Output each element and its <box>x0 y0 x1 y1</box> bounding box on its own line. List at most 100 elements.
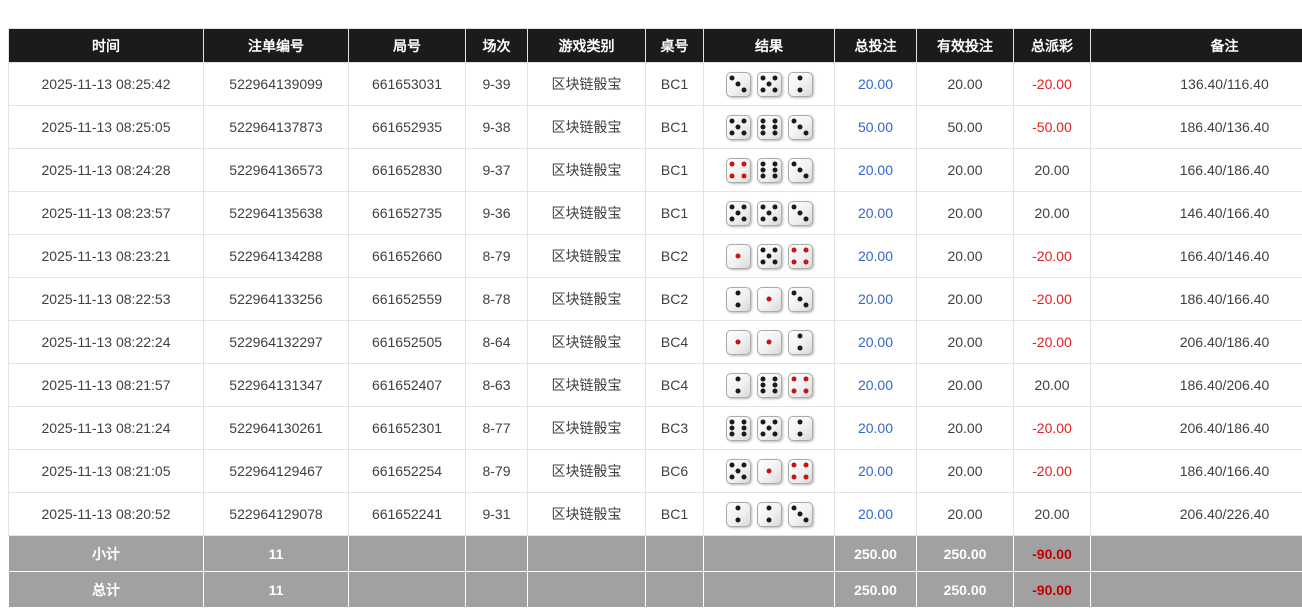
column-header-remark: 备注 <box>1091 29 1302 63</box>
die-icon-2 <box>788 72 813 97</box>
cell-total-bet: 20.00 <box>835 192 917 235</box>
summary-empty-game <box>528 572 646 608</box>
summary-empty-session <box>466 572 528 608</box>
summary-empty-table-no <box>646 536 704 572</box>
cell-time: 2025-11-13 08:21:57 <box>9 364 204 407</box>
cell-time: 2025-11-13 08:24:28 <box>9 149 204 192</box>
cell-bet-no: 522964139099 <box>204 63 349 106</box>
die-icon-2 <box>788 416 813 441</box>
die-icon-4 <box>788 373 813 398</box>
summary-empty-remark <box>1091 572 1302 608</box>
table-row: 2025-11-13 08:25:42522964139099661653031… <box>9 63 1302 106</box>
cell-table-no: BC4 <box>646 321 704 364</box>
table-row: 2025-11-13 08:20:52522964129078661652241… <box>9 493 1302 536</box>
die-icon-2 <box>726 287 751 312</box>
dice-result <box>726 416 813 441</box>
cell-remark: 136.40/116.40 <box>1091 63 1302 106</box>
die-icon-3 <box>788 201 813 226</box>
cell-session: 9-37 <box>466 149 528 192</box>
cell-payout: -20.00 <box>1014 407 1091 450</box>
cell-remark: 166.40/146.40 <box>1091 235 1302 278</box>
cell-game: 区块链骰宝 <box>528 493 646 536</box>
cell-total-bet: 20.00 <box>835 278 917 321</box>
cell-result <box>704 106 835 149</box>
die-icon-2 <box>788 330 813 355</box>
cell-time: 2025-11-13 08:22:24 <box>9 321 204 364</box>
cell-remark: 206.40/226.40 <box>1091 493 1302 536</box>
cell-payout: -20.00 <box>1014 450 1091 493</box>
cell-total-bet: 20.00 <box>835 364 917 407</box>
cell-round-no: 661652301 <box>349 407 466 450</box>
die-icon-3 <box>788 502 813 527</box>
die-icon-3 <box>726 72 751 97</box>
cell-result <box>704 63 835 106</box>
cell-payout: -20.00 <box>1014 235 1091 278</box>
die-icon-4 <box>788 244 813 269</box>
cell-remark: 186.40/166.40 <box>1091 278 1302 321</box>
cell-table-no: BC1 <box>646 493 704 536</box>
summary-total-bet: 250.00 <box>835 536 917 572</box>
cell-game: 区块链骰宝 <box>528 192 646 235</box>
dice-result <box>726 115 813 140</box>
table-row: 2025-11-13 08:23:21522964134288661652660… <box>9 235 1302 278</box>
cell-game: 区块链骰宝 <box>528 321 646 364</box>
cell-bet-no: 522964133256 <box>204 278 349 321</box>
summary-empty-round-no <box>349 572 466 608</box>
cell-round-no: 661653031 <box>349 63 466 106</box>
table-row: 2025-11-13 08:21:05522964129467661652254… <box>9 450 1302 493</box>
cell-valid-bet: 20.00 <box>917 364 1014 407</box>
cell-table-no: BC1 <box>646 192 704 235</box>
cell-game: 区块链骰宝 <box>528 450 646 493</box>
die-icon-5 <box>757 244 782 269</box>
dice-result <box>726 287 813 312</box>
bet-records-panel: 时间注单编号局号场次游戏类别桌号结果总投注有效投注总派彩备注 2025-11-1… <box>8 28 1302 608</box>
cell-bet-no: 522964131347 <box>204 364 349 407</box>
cell-result <box>704 149 835 192</box>
die-icon-3 <box>788 158 813 183</box>
table-row: 2025-11-13 08:24:28522964136573661652830… <box>9 149 1302 192</box>
cell-time: 2025-11-13 08:25:42 <box>9 63 204 106</box>
cell-session: 8-79 <box>466 235 528 278</box>
cell-valid-bet: 20.00 <box>917 407 1014 450</box>
column-header-bet_no: 注单编号 <box>204 29 349 63</box>
cell-valid-bet: 20.00 <box>917 192 1014 235</box>
dice-result <box>726 459 813 484</box>
cell-round-no: 661652559 <box>349 278 466 321</box>
cell-remark: 186.40/136.40 <box>1091 106 1302 149</box>
cell-bet-no: 522964132297 <box>204 321 349 364</box>
cell-total-bet: 20.00 <box>835 493 917 536</box>
cell-bet-no: 522964129078 <box>204 493 349 536</box>
cell-result <box>704 192 835 235</box>
die-icon-1 <box>757 330 782 355</box>
cell-valid-bet: 20.00 <box>917 149 1014 192</box>
cell-valid-bet: 20.00 <box>917 63 1014 106</box>
cell-payout: -20.00 <box>1014 278 1091 321</box>
table-row: 2025-11-13 08:22:53522964133256661652559… <box>9 278 1302 321</box>
summary-empty-session <box>466 536 528 572</box>
die-icon-2 <box>726 373 751 398</box>
cell-round-no: 661652254 <box>349 450 466 493</box>
cell-valid-bet: 20.00 <box>917 493 1014 536</box>
dice-result <box>726 158 813 183</box>
column-header-round_no: 局号 <box>349 29 466 63</box>
summary-label: 总计 <box>9 572 204 608</box>
cell-game: 区块链骰宝 <box>528 278 646 321</box>
cell-total-bet: 20.00 <box>835 450 917 493</box>
cell-valid-bet: 20.00 <box>917 278 1014 321</box>
cell-bet-no: 522964134288 <box>204 235 349 278</box>
column-header-valid_bet: 有效投注 <box>917 29 1014 63</box>
dice-result <box>726 244 813 269</box>
table-row: 2025-11-13 08:22:24522964132297661652505… <box>9 321 1302 364</box>
cell-game: 区块链骰宝 <box>528 407 646 450</box>
die-icon-1 <box>726 244 751 269</box>
cell-remark: 186.40/206.40 <box>1091 364 1302 407</box>
cell-result <box>704 278 835 321</box>
column-header-result: 结果 <box>704 29 835 63</box>
cell-total-bet: 20.00 <box>835 321 917 364</box>
cell-bet-no: 522964137873 <box>204 106 349 149</box>
cell-table-no: BC4 <box>646 364 704 407</box>
die-icon-1 <box>757 459 782 484</box>
die-icon-4 <box>788 459 813 484</box>
table-row: 2025-11-13 08:21:24522964130261661652301… <box>9 407 1302 450</box>
subtotal-row: 小计11250.00250.00-90.00 <box>9 536 1302 572</box>
